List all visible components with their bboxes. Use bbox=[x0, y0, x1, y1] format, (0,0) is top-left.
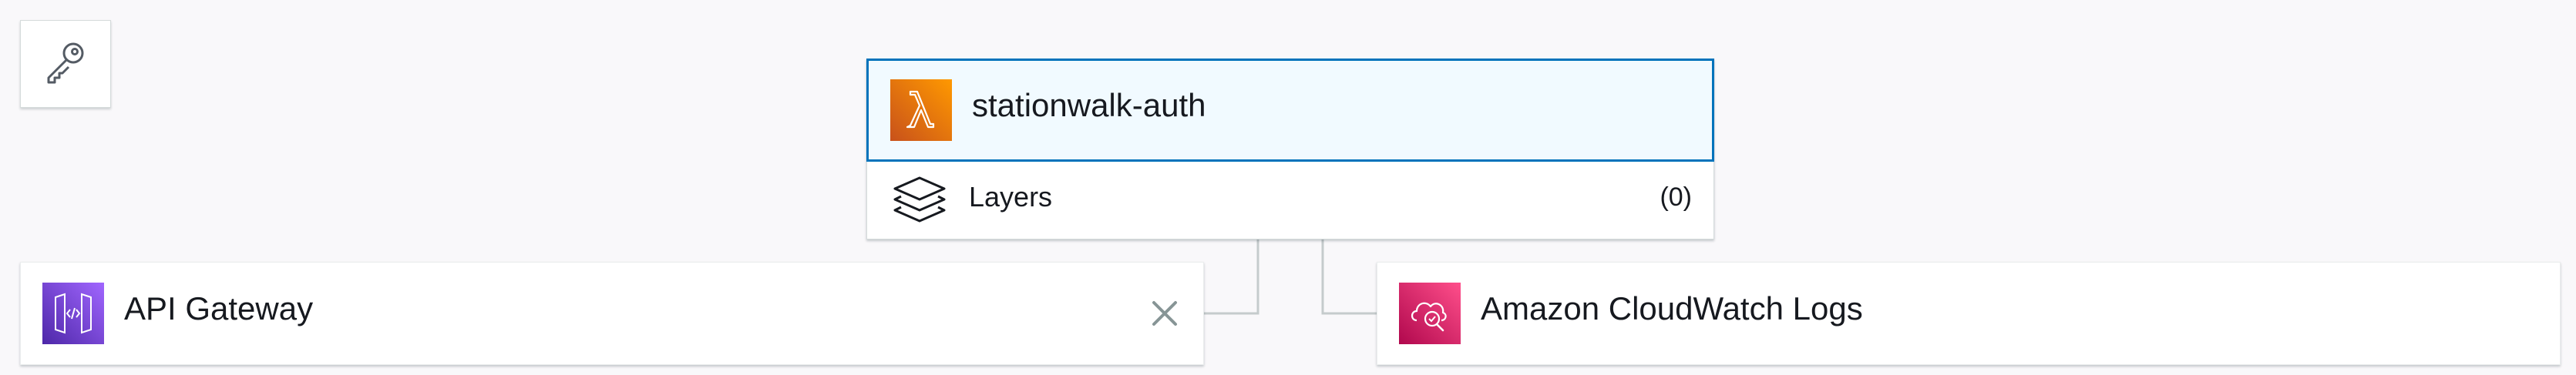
function-card: stationwalk-auth Layers (0) bbox=[866, 59, 1714, 239]
api-gateway-icon bbox=[42, 283, 104, 344]
function-name: stationwalk-auth bbox=[972, 87, 1206, 123]
lambda-designer-canvas: { "permissions": { "icon": "key-icon" },… bbox=[0, 0, 2576, 375]
permissions-key-button[interactable] bbox=[20, 20, 111, 108]
close-icon[interactable] bbox=[1148, 296, 1182, 330]
key-icon bbox=[41, 38, 90, 91]
layers-row[interactable]: Layers (0) bbox=[866, 162, 1714, 239]
layers-count: (0) bbox=[1660, 182, 1692, 212]
layers-label: Layers bbox=[969, 181, 1053, 213]
destination-cloudwatch-logs[interactable]: Amazon CloudWatch Logs bbox=[1377, 262, 2561, 365]
function-header[interactable]: stationwalk-auth bbox=[866, 59, 1714, 162]
trigger-label: API Gateway bbox=[124, 290, 314, 326]
destination-connector-line bbox=[1321, 239, 1377, 315]
layers-icon bbox=[890, 173, 949, 227]
trigger-connector-line bbox=[1204, 239, 1259, 315]
lambda-icon bbox=[890, 79, 952, 141]
destination-label: Amazon CloudWatch Logs bbox=[1481, 290, 1863, 326]
trigger-api-gateway[interactable]: API Gateway bbox=[20, 262, 1204, 365]
cloudwatch-logs-icon bbox=[1399, 283, 1461, 344]
